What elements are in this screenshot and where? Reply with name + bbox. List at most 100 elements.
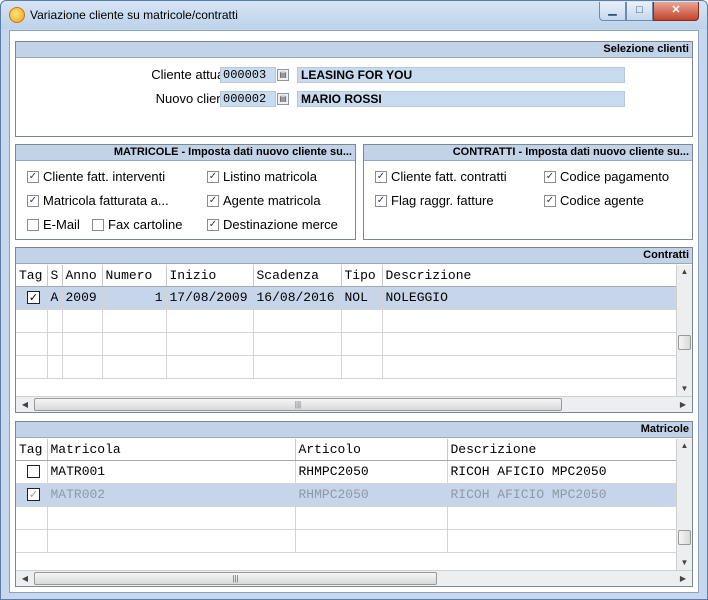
table-cell: RHMPC2050 (295, 483, 448, 507)
scroll-thumb[interactable] (678, 530, 691, 545)
column-header[interactable]: Matricola (47, 439, 296, 461)
checkbox-label: Matricola fatturata a... (43, 193, 169, 208)
matricole-vertical-scrollbar[interactable]: ▲ ▼ (676, 439, 692, 570)
tag-cell[interactable]: ✓ (16, 483, 48, 507)
table-row (16, 506, 677, 530)
check-icon[interactable]: ✓ (27, 488, 40, 502)
minimize-button[interactable]: ▁ (599, 2, 626, 21)
table-row[interactable]: ✓ A 2009 1 17/08/2009 16/08/2016 NOL NOL… (16, 286, 677, 310)
checkbox-label: Codice agente (560, 193, 644, 208)
table-row (16, 309, 677, 333)
maximize-button[interactable]: □ (626, 2, 653, 21)
contratti-grid-header: Contratti (16, 248, 692, 264)
table-row[interactable]: MATR001 RHMPC2050 RICOH AFICIO MPC2050 (16, 460, 677, 484)
check-icon: ✓ (27, 194, 39, 207)
checkbox-matricola-fatturata[interactable]: ✓ Matricola fatturata a... (27, 193, 169, 208)
close-button[interactable]: ✕ (653, 2, 699, 21)
scroll-left-icon[interactable]: ◀ (18, 571, 32, 586)
checkbox-cliente-fatt-interventi[interactable]: ✓ Cliente fatt. interventi (27, 169, 165, 184)
table-cell: 2009 (62, 286, 103, 310)
table-cell: A (47, 286, 63, 310)
scroll-down-icon[interactable]: ▼ (677, 556, 692, 570)
checkbox-label: Fax cartoline (108, 217, 183, 232)
column-header[interactable]: Anno (62, 265, 103, 287)
current-client-name-field: LEASING FOR YOU (297, 67, 625, 83)
lookup-icon[interactable]: ▤ (277, 93, 289, 105)
table-cell: 17/08/2009 (166, 286, 254, 310)
column-header[interactable]: Descrizione (382, 265, 677, 287)
checkbox-cliente-fatt-contratti[interactable]: ✓ Cliente fatt. contratti (375, 169, 507, 184)
scroll-up-icon[interactable]: ▲ (677, 265, 692, 279)
check-icon: ✓ (544, 170, 556, 183)
new-client-label: Nuovo cliente: (155, 91, 238, 106)
table-cell: NOL (341, 286, 383, 310)
scroll-thumb[interactable]: ||| (34, 572, 437, 585)
check-icon: ✓ (207, 218, 219, 231)
matricole-options-header: MATRICOLE - Imposta dati nuovo cliente s… (16, 145, 355, 161)
check-icon: ✓ (207, 170, 219, 183)
column-header[interactable]: Descrizione (447, 439, 677, 461)
checkbox-codice-pagamento[interactable]: ✓ Codice pagamento (544, 169, 669, 184)
checkbox-fax-cartoline[interactable]: Fax cartoline (92, 217, 182, 232)
table-cell: 16/08/2016 (253, 286, 342, 310)
checkbox[interactable] (27, 465, 40, 479)
table-cell: NOLEGGIO (382, 286, 677, 310)
column-header[interactable]: Numero (102, 265, 167, 287)
contratti-grid-group: Contratti Tag S Anno Numero Inizio Scade… (15, 247, 693, 413)
column-header[interactable]: Inizio (166, 265, 254, 287)
checkbox-label: Codice pagamento (560, 169, 670, 184)
checkbox-flag-raggr-fatture[interactable]: ✓ Flag raggr. fatture (375, 193, 494, 208)
checkbox-label: Destinazione merce (223, 217, 338, 232)
contratti-vertical-scrollbar[interactable]: ▲ ▼ (676, 265, 692, 396)
column-header[interactable]: Tag (16, 439, 48, 461)
checkbox-agente-matricola[interactable]: ✓ Agente matricola (207, 193, 321, 208)
table-row[interactable]: ✓ MATR002 RHMPC2050 RICOH AFICIO MPC2050 (16, 483, 677, 507)
check-icon: ✓ (544, 194, 556, 207)
table-cell: MATR002 (47, 483, 296, 507)
scroll-left-icon[interactable]: ◀ (18, 397, 32, 412)
column-header[interactable]: Tipo (341, 265, 383, 287)
checkbox-email[interactable]: E-Mail (27, 217, 80, 232)
column-header[interactable]: Tag (16, 265, 48, 287)
contratti-options-header: CONTRATTI - Imposta dati nuovo cliente s… (364, 145, 692, 161)
table-header-row: Tag S Anno Numero Inizio Scadenza Tipo D… (16, 265, 677, 287)
tag-cell[interactable] (16, 460, 48, 484)
check-icon: ✓ (375, 170, 387, 183)
checkbox-codice-agente[interactable]: ✓ Codice agente (544, 193, 644, 208)
window: Variazione cliente su matricole/contratt… (0, 0, 708, 600)
scroll-down-icon[interactable]: ▼ (677, 382, 692, 396)
column-header[interactable]: Articolo (295, 439, 448, 461)
app-icon (9, 7, 25, 23)
checkbox-label: Flag raggr. fatture (391, 193, 494, 208)
matricole-horizontal-scrollbar[interactable]: ◀ ||| ▶ (16, 570, 692, 586)
tag-cell[interactable]: ✓ (16, 286, 48, 310)
matricole-options-group: MATRICOLE - Imposta dati nuovo cliente s… (15, 144, 356, 240)
lookup-icon[interactable]: ▤ (277, 69, 289, 81)
scroll-up-icon[interactable]: ▲ (677, 439, 692, 453)
matricole-grid-group: Matricole Tag Matricola Articolo Descriz… (15, 421, 693, 587)
checkbox-listino-matricola[interactable]: ✓ Listino matricola (207, 169, 317, 184)
column-header[interactable]: Scadenza (253, 265, 342, 287)
check-icon[interactable]: ✓ (27, 291, 40, 305)
scroll-right-icon[interactable]: ▶ (676, 397, 690, 412)
new-client-name-field: MARIO ROSSI (297, 91, 625, 107)
current-client-label: Cliente attuale: (151, 67, 238, 82)
table-cell: RICOH AFICIO MPC2050 (447, 483, 677, 507)
matricole-grid-header: Matricole (16, 422, 692, 438)
column-header[interactable]: S (47, 265, 63, 287)
scroll-right-icon[interactable]: ▶ (676, 571, 690, 586)
new-client-code-field[interactable]: 000002 (220, 91, 276, 107)
scroll-thumb[interactable] (678, 335, 691, 350)
checkbox-destinazione-merce[interactable]: ✓ Destinazione merce (207, 217, 338, 232)
checkbox-label: Cliente fatt. contratti (391, 169, 507, 184)
table-cell: RICOH AFICIO MPC2050 (447, 460, 677, 484)
checkbox-label: Cliente fatt. interventi (43, 169, 166, 184)
scroll-thumb[interactable]: ||| (34, 398, 562, 411)
contratti-horizontal-scrollbar[interactable]: ◀ ||| ▶ (16, 396, 692, 412)
title-bar[interactable]: Variazione cliente su matricole/contratt… (1, 1, 707, 29)
current-client-code-field[interactable]: 000003 (220, 67, 276, 83)
table-cell: MATR001 (47, 460, 296, 484)
table-cell: RHMPC2050 (295, 460, 448, 484)
table-row (16, 332, 677, 356)
contratti-options-group: CONTRATTI - Imposta dati nuovo cliente s… (363, 144, 693, 240)
